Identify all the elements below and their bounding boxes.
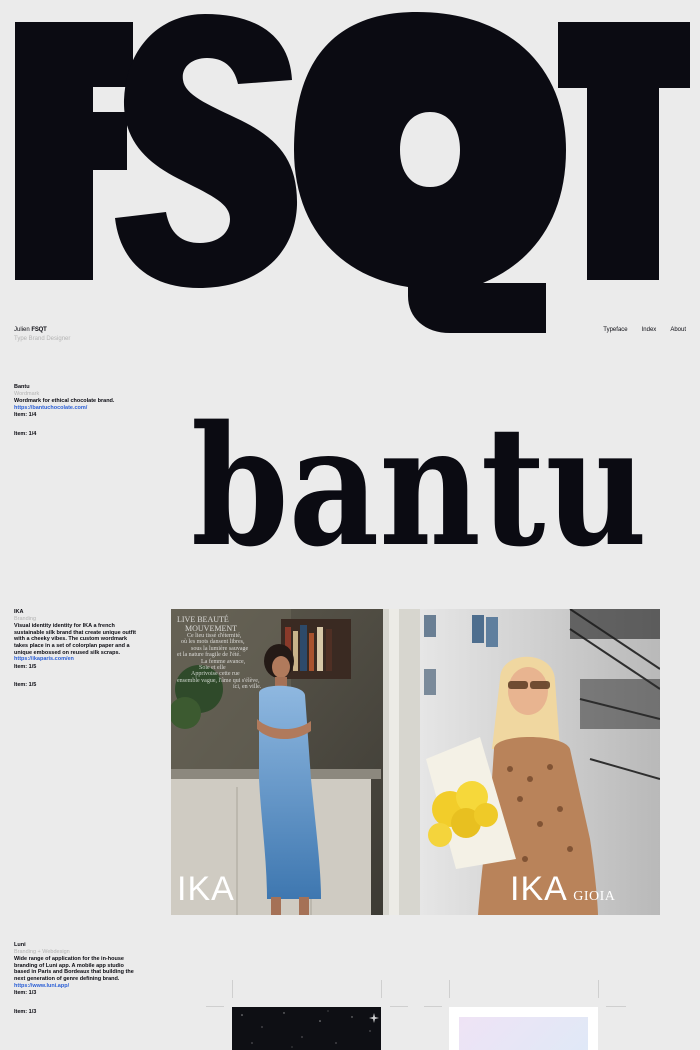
ika-photo-right-logo: IKA	[510, 870, 568, 908]
nav-link-index[interactable]: Index	[642, 327, 657, 333]
project-link[interactable]: https://www.luni.app/	[14, 983, 139, 990]
crop-mark	[390, 1006, 408, 1007]
ika-poem-overlay: LIVE BEAUTÉ MOUVEMENT Ce lieu tissé d'ét…	[177, 615, 261, 691]
project-link[interactable]: https://bantuchocolate.com/	[14, 405, 139, 412]
ika-photo-right-sub: GIOIA	[573, 889, 616, 904]
project-title: Bantu	[14, 384, 30, 390]
nav-link-about[interactable]: About	[670, 327, 686, 333]
project-description: Wordmark for ethical chocolate brand.	[14, 398, 115, 405]
project-category: Branding + Webdesign	[14, 948, 70, 955]
main-nav: Typeface Index About	[603, 327, 686, 333]
luni-starfield	[241, 1010, 379, 1048]
project-info-ika: IKA Branding Visual identity identity fo…	[14, 609, 139, 689]
project-item-count-repeat: Item: 1/5	[14, 682, 37, 689]
luni-mockup-light[interactable]	[449, 1007, 598, 1050]
crop-mark	[606, 1006, 626, 1007]
ika-photo-left[interactable]: LIVE BEAUTÉ MOUVEMENT Ce lieu tissé d'ét…	[171, 609, 420, 915]
poem-line: ici, en ville.	[233, 684, 262, 691]
luni-gradient-panel	[459, 1017, 588, 1050]
designer-subtitle: Type Brand Designer	[14, 336, 71, 342]
project-link[interactable]: https://ikaparis.com/en	[14, 656, 139, 663]
luni-mockup-dark[interactable]	[232, 1007, 381, 1050]
crop-mark	[598, 980, 599, 998]
crop-mark	[381, 980, 382, 998]
project-info-luni: Luni Branding + Webdesign Wide range of …	[14, 942, 139, 1015]
ika-photo-left-logo: IKA	[177, 870, 235, 908]
crop-mark	[449, 980, 450, 998]
poem-line: MOUVEMENT	[185, 624, 237, 633]
bantu-wordmark-text: bantu	[191, 396, 647, 576]
project-item-count: Item: 1/3	[14, 990, 37, 997]
poem-line: LIVE BEAUTÉ	[177, 615, 229, 624]
designer-first-name: Julien	[14, 327, 30, 333]
nav-link-typeface[interactable]: Typeface	[603, 327, 627, 333]
project-category: Wordmark	[14, 390, 40, 397]
crop-mark	[232, 980, 233, 998]
crop-mark	[424, 1006, 442, 1007]
site-identity[interactable]: Julien FSQT Type Brand Designer	[14, 326, 70, 344]
project-item-count: Item: 1/4	[14, 412, 37, 419]
project-description: Wide range of application for the in-hou…	[14, 956, 134, 982]
project-description: Visual identity identity for IKA a frenc…	[14, 623, 136, 656]
project-category: Branding	[14, 615, 37, 622]
project-title: Luni	[14, 942, 26, 948]
designer-name: Julien FSQT	[14, 326, 70, 335]
ika-gioia-logo: IKA GIOIA	[510, 871, 615, 907]
crop-mark	[206, 1006, 224, 1007]
project-item-count: Item: 1/5	[14, 663, 37, 670]
project-item-count-repeat: Item: 1/3	[14, 1008, 37, 1015]
project-info-bantu: Bantu Wordmark Wordmark for ethical choc…	[14, 384, 139, 438]
bantu-wordmark-image[interactable]: bantu	[186, 396, 652, 576]
ika-photo-right[interactable]: IKA GIOIA	[420, 609, 660, 915]
designer-brand: FSQT	[31, 327, 47, 333]
project-title: IKA	[14, 609, 24, 615]
hero-fsqt-logo	[15, 12, 690, 333]
project-item-count-repeat: Item: 1/4	[14, 430, 37, 437]
